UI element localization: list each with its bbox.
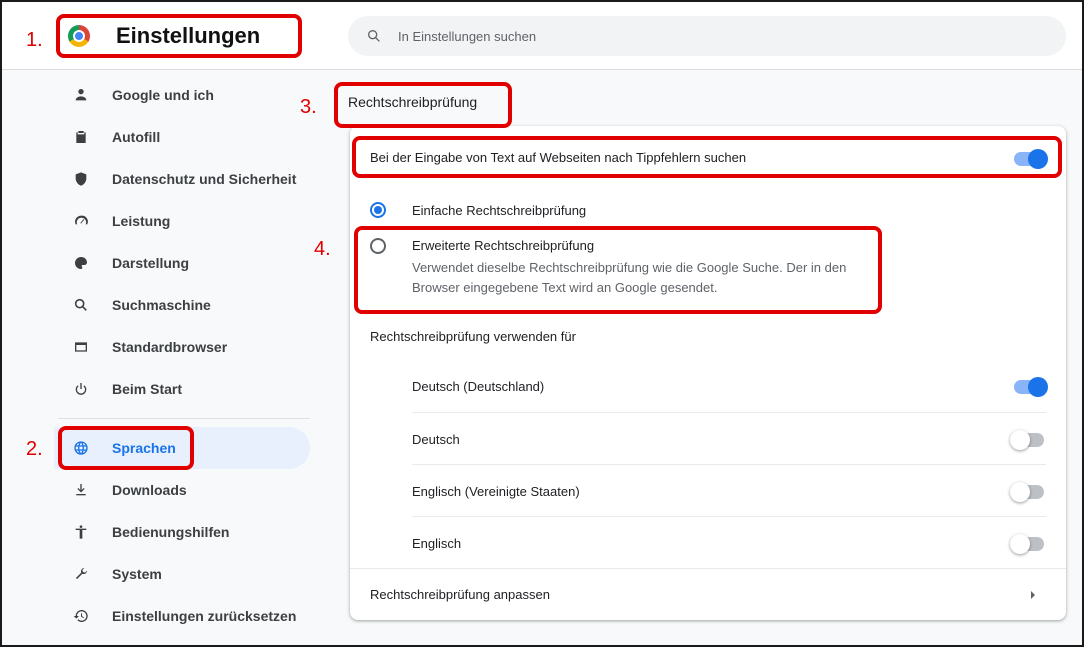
power-icon: [72, 380, 90, 398]
toggle-knob: [1028, 377, 1048, 397]
accessibility-icon: [72, 523, 90, 541]
row-divider: [412, 412, 1046, 413]
sidebar-item-search-engine[interactable]: Suchmaschine: [58, 284, 310, 326]
sidebar-item-downloads[interactable]: Downloads: [58, 469, 310, 511]
annotation-box-toggle: [352, 136, 1062, 178]
sidebar-item-label: System: [112, 566, 162, 582]
sidebar-item-reset[interactable]: Einstellungen zurücksetzen: [58, 595, 310, 637]
search-icon: [368, 29, 380, 42]
toggle-de-de[interactable]: [1014, 377, 1048, 397]
search-bar[interactable]: [348, 16, 1066, 56]
sidebar-item-label: Darstellung: [112, 255, 190, 271]
sidebar-item-label: Google und ich: [112, 87, 214, 103]
sidebar-item-label: Datenschutz und Sicherheit: [112, 171, 297, 187]
sidebar-divider: [58, 418, 310, 419]
sidebar-item-default-browser[interactable]: Standardbrowser: [58, 326, 310, 368]
sidebar-item-label: Autofill: [112, 129, 161, 145]
sidebar-item-label: Suchmaschine: [112, 297, 211, 313]
sidebar-item-appearance[interactable]: Darstellung: [58, 242, 310, 284]
row-divider: [412, 464, 1046, 465]
toggle-de[interactable]: [1010, 430, 1044, 450]
customize-spellcheck-label[interactable]: Rechtschreibprüfung anpassen: [370, 587, 970, 602]
person-icon: [72, 86, 90, 104]
toggle-en-us[interactable]: [1010, 482, 1044, 502]
download-icon: [72, 481, 90, 499]
wrench-icon: [72, 565, 90, 583]
annotation-box-2: [58, 426, 194, 470]
toggle-knob: [1010, 430, 1030, 450]
sidebar-item-on-startup[interactable]: Beim Start: [58, 368, 310, 410]
search-input[interactable]: [398, 28, 998, 44]
shield-icon: [72, 170, 90, 188]
toggle-knob: [1010, 534, 1030, 554]
row-divider: [412, 516, 1046, 517]
annotation-number-3: 3.: [300, 96, 317, 118]
speedometer-icon: [72, 212, 90, 230]
spellcheck-card: Bei der Eingabe von Text auf Webseiten n…: [350, 126, 1066, 620]
palette-icon: [72, 254, 90, 272]
annotation-box-4: [354, 226, 882, 314]
sidebar: Google und ich Autofill Datenschutz und …: [54, 74, 310, 637]
sidebar-item-label: Bedienungshilfen: [112, 524, 230, 540]
clipboard-icon: [72, 128, 90, 146]
sidebar-item-label: Standardbrowser: [112, 339, 228, 355]
sidebar-item-accessibility[interactable]: Bedienungshilfen: [58, 511, 310, 553]
annotation-box-1: [56, 14, 302, 58]
sidebar-item-label: Leistung: [112, 213, 171, 229]
annotation-box-3: [334, 82, 512, 128]
sidebar-item-system[interactable]: System: [58, 553, 310, 595]
toggle-knob: [1010, 482, 1030, 502]
basic-spellcheck-label: Einfache Rechtschreibprüfung: [412, 203, 587, 218]
language-label-en-us: Englisch (Vereinigte Staaten): [412, 484, 580, 499]
toggle-en[interactable]: [1010, 534, 1044, 554]
language-label-de: Deutsch: [412, 432, 460, 447]
screenshot-frame: Einstellungen Google und ich Autofill Da…: [0, 0, 1084, 647]
sidebar-item-autofill[interactable]: Autofill: [58, 116, 310, 158]
annotation-number-4: 4.: [314, 238, 331, 260]
sidebar-item-label: Einstellungen zurücksetzen: [112, 608, 297, 624]
row-divider: [350, 568, 1066, 569]
reset-icon: [72, 607, 90, 625]
radio-basic-spellcheck[interactable]: [370, 202, 386, 218]
search-icon: [72, 296, 90, 314]
language-label-en: Englisch: [412, 536, 462, 551]
chevron-right-icon[interactable]: [1028, 589, 1038, 601]
annotation-number-2: 2.: [26, 438, 43, 460]
sidebar-item-label: Downloads: [112, 482, 187, 498]
sidebar-item-performance[interactable]: Leistung: [58, 200, 310, 242]
sidebar-item-google[interactable]: Google und ich: [58, 74, 310, 116]
browser-icon: [72, 338, 90, 356]
annotation-number-1: 1.: [26, 29, 43, 51]
language-label-de-de: Deutsch (Deutschland): [412, 379, 545, 394]
use-for-label: Rechtschreibprüfung verwenden für: [370, 329, 576, 344]
sidebar-item-privacy[interactable]: Datenschutz und Sicherheit: [58, 158, 310, 200]
sidebar-item-label: Beim Start: [112, 381, 183, 397]
